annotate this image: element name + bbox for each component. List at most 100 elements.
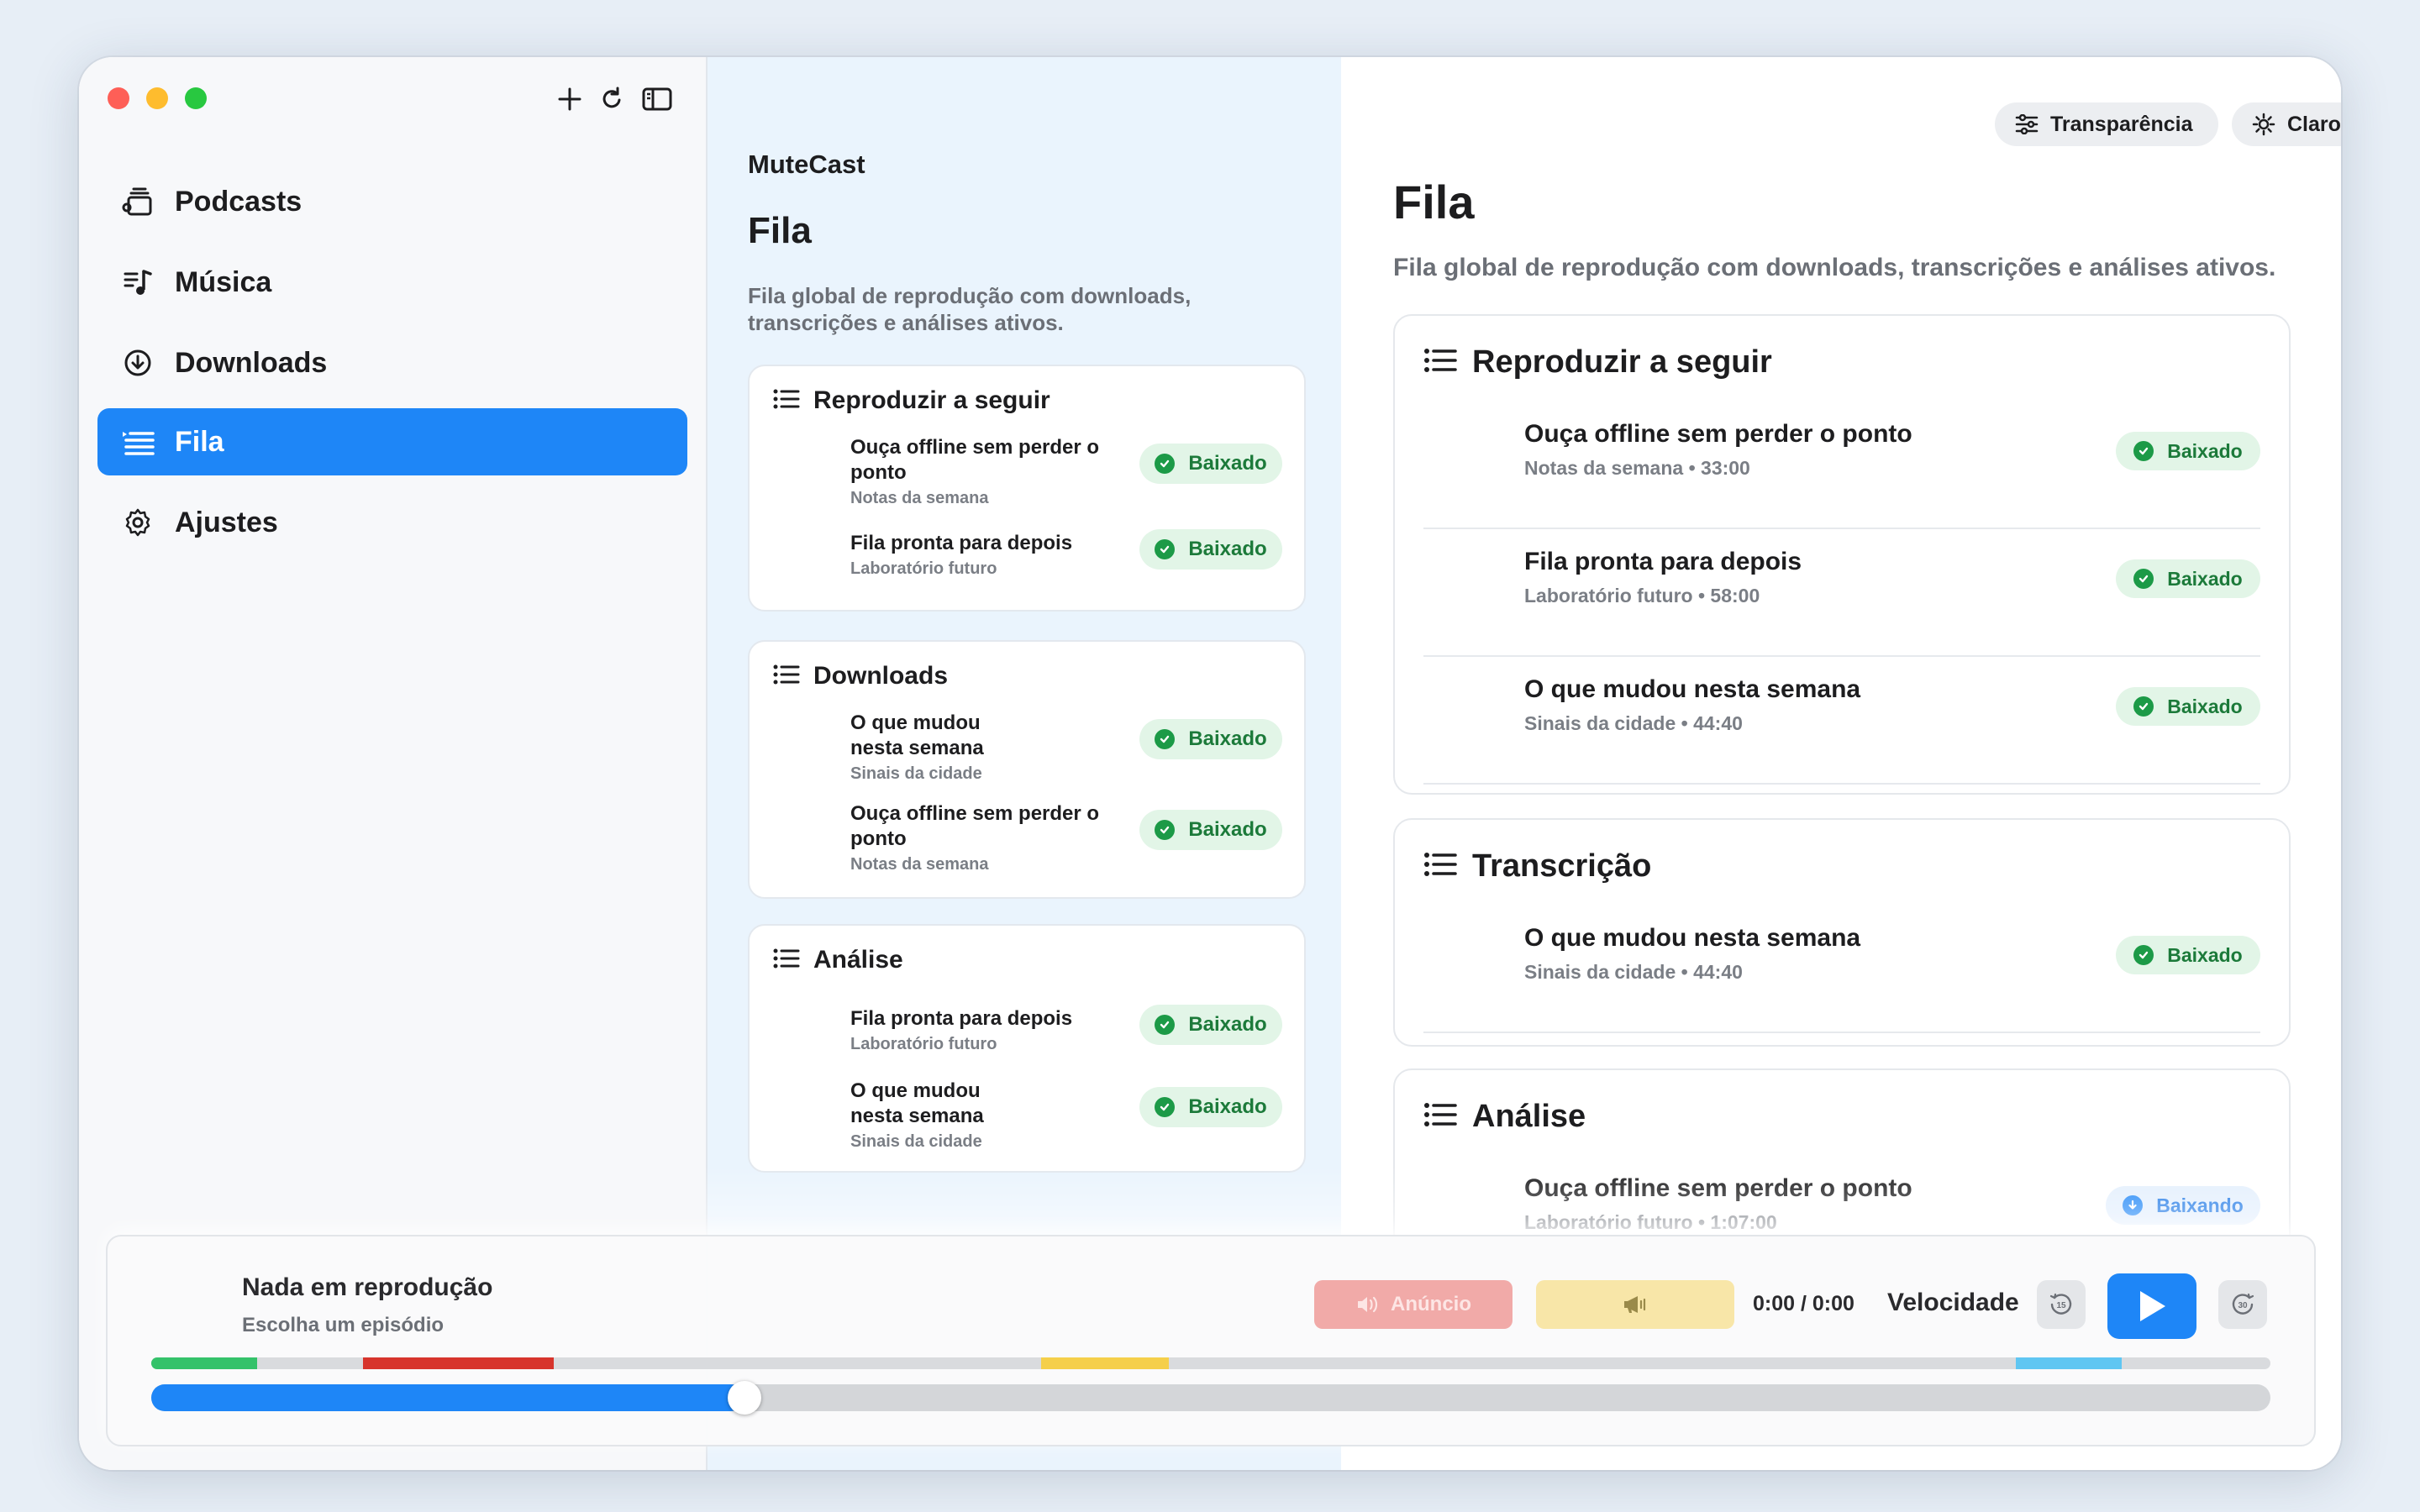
megaphone-icon	[1621, 1294, 1649, 1315]
list-item[interactable]: Fila pronta para depois Laboratório futu…	[850, 1005, 1304, 1054]
episode-meta: Sinais da cidade • 44:40	[1524, 712, 1743, 734]
list-icon	[1423, 851, 1457, 882]
list-icon	[1423, 347, 1457, 378]
check-icon	[1155, 729, 1176, 749]
table-row[interactable]: Ouça offline sem perder o ponto Notas da…	[1423, 402, 2260, 529]
section-title: Transcrição	[1472, 848, 1652, 884]
status-badge: Baixado	[1139, 810, 1282, 850]
list-icon	[773, 388, 800, 414]
check-icon	[1155, 539, 1176, 559]
sun-icon	[2252, 113, 2275, 136]
page-subtitle: Fila global de reprodução com downloads,…	[748, 283, 1192, 335]
check-icon	[2133, 441, 2154, 461]
download-icon	[118, 343, 158, 383]
status-badge: Baixado	[1139, 719, 1282, 759]
theme-label: Claro	[2287, 112, 2341, 136]
status-badge: Baixado	[2116, 687, 2260, 726]
close-window-button[interactable]	[108, 87, 129, 109]
list-item[interactable]: O que mudou nesta semana Sinais da cidad…	[850, 1079, 1304, 1152]
list-item[interactable]: Ouça offline sem perder o ponto Notas da…	[850, 801, 1304, 874]
episode-podcast: Notas da semana	[850, 855, 989, 874]
status-badge: Baixado	[2116, 936, 2260, 974]
episode-title: Fila pronta para depois	[1524, 548, 1802, 575]
queue-section-card: Reproduzir a seguir Ouça offline sem per…	[1393, 314, 2291, 795]
episode-title: Ouça offline sem perder o ponto	[850, 802, 1100, 850]
check-icon	[2133, 945, 2154, 965]
episode-title: O que mudou nesta semana	[850, 1079, 984, 1127]
skip-forward-30-icon: 30	[2232, 1293, 2254, 1315]
play-button[interactable]	[2107, 1273, 2196, 1339]
table-row[interactable]: O que mudou nesta semana Sinais da cidad…	[1423, 657, 2260, 785]
sidebar-item-downloads[interactable]: Downloads	[97, 329, 687, 396]
timeline-segment	[363, 1357, 555, 1369]
page-subtitle: Fila global de reprodução com downloads,…	[1393, 254, 2276, 281]
list-item[interactable]: Ouça offline sem perder o ponto Notas da…	[850, 435, 1304, 508]
check-icon	[1155, 820, 1176, 840]
episode-title: Fila pronta para depois	[850, 1007, 1073, 1030]
app-window: Podcasts Música Downloads Fila Ajustes M…	[79, 57, 2341, 1470]
sidebar-item-fila[interactable]: Fila	[97, 408, 687, 475]
refresh-icon[interactable]	[595, 82, 629, 116]
speed-control[interactable]: Velocidade	[1887, 1289, 2019, 1317]
check-icon	[1155, 1097, 1176, 1117]
sidebar-toggle-icon[interactable]	[640, 82, 674, 116]
episode-podcast: Sinais da cidade	[850, 1132, 982, 1151]
transparency-button[interactable]: Transparência	[1995, 102, 2218, 146]
table-row[interactable]: Fila pronta para depois Laboratório futu…	[1423, 529, 2260, 657]
speaker-icon	[1355, 1294, 1381, 1315]
section-title: Análise	[813, 946, 903, 974]
page-title: Fila	[748, 210, 812, 251]
ad-label: Anúncio	[1391, 1293, 1471, 1315]
episode-meta: Laboratório futuro • 58:00	[1524, 585, 1760, 606]
plus-icon[interactable]	[553, 82, 587, 116]
now-playing-title: Nada em reprodução	[242, 1273, 493, 1301]
minimize-window-button[interactable]	[146, 87, 168, 109]
section-title: Reproduzir a seguir	[813, 386, 1050, 414]
timeline-segment	[2016, 1357, 2123, 1369]
episode-title: Fila pronta para depois	[850, 532, 1073, 554]
skip-forward-button[interactable]: 30	[2218, 1280, 2267, 1329]
check-icon	[1155, 1015, 1176, 1035]
section-title: Downloads	[813, 662, 949, 690]
skip-ad-button[interactable]: Anúncio	[1314, 1280, 1512, 1329]
skip-back-button[interactable]: 15	[2037, 1280, 2086, 1329]
sidebar-item-label: Downloads	[175, 346, 328, 379]
transparency-label: Transparência	[2050, 112, 2193, 136]
progress-knob[interactable]	[728, 1381, 762, 1415]
theme-button[interactable]: Claro	[2232, 102, 2341, 146]
table-row[interactable]: O que mudou nesta semana Sinais da cidad…	[1423, 906, 2260, 1033]
sidebar-item-ajustes[interactable]: Ajustes	[97, 489, 687, 556]
status-badge: Baixando	[2106, 1186, 2260, 1225]
status-badge: Baixado	[2116, 559, 2260, 598]
queue-section-card: Análise Fila pronta para depois Laborató…	[748, 924, 1306, 1173]
list-item[interactable]: O que mudou nesta semana Sinais da cidad…	[850, 711, 1304, 784]
mute-button[interactable]	[1536, 1280, 1734, 1329]
progress-slider[interactable]	[151, 1381, 2270, 1415]
sidebar-item-podcasts[interactable]: Podcasts	[97, 168, 687, 235]
download-icon	[2123, 1195, 2144, 1215]
sidebar-item-music[interactable]: Música	[97, 249, 687, 316]
status-badge: Baixado	[1139, 529, 1282, 570]
zoom-window-button[interactable]	[185, 87, 207, 109]
sidebar-item-label: Fila	[175, 425, 224, 458]
queue-section-card: Reproduzir a seguir Ouça offline sem per…	[748, 365, 1306, 612]
check-icon	[1155, 454, 1176, 474]
sidebar-item-label: Ajustes	[175, 506, 278, 538]
gear-icon	[118, 502, 158, 543]
playback-time: 0:00 / 0:00	[1753, 1292, 1854, 1315]
queue-icon	[118, 422, 158, 462]
status-badge: Baixado	[2116, 432, 2260, 470]
status-badge: Baixado	[1139, 1087, 1282, 1127]
segment-timeline[interactable]	[151, 1357, 2270, 1369]
sliders-icon	[2015, 114, 2039, 134]
episode-meta: Laboratório futuro • 1:07:00	[1524, 1211, 1777, 1233]
sidebar-item-label: Podcasts	[175, 185, 302, 218]
episode-title: O que mudou nesta semana	[850, 711, 984, 759]
music-icon	[118, 262, 158, 302]
section-title: Reproduzir a seguir	[1472, 344, 1772, 380]
check-icon	[2133, 696, 2154, 717]
section-title: Análise	[1472, 1099, 1586, 1134]
svg-text:30: 30	[2238, 1301, 2248, 1310]
list-item[interactable]: Fila pronta para depois Laboratório futu…	[850, 529, 1304, 579]
episode-title: Ouça offline sem perder o ponto	[1524, 420, 1912, 448]
